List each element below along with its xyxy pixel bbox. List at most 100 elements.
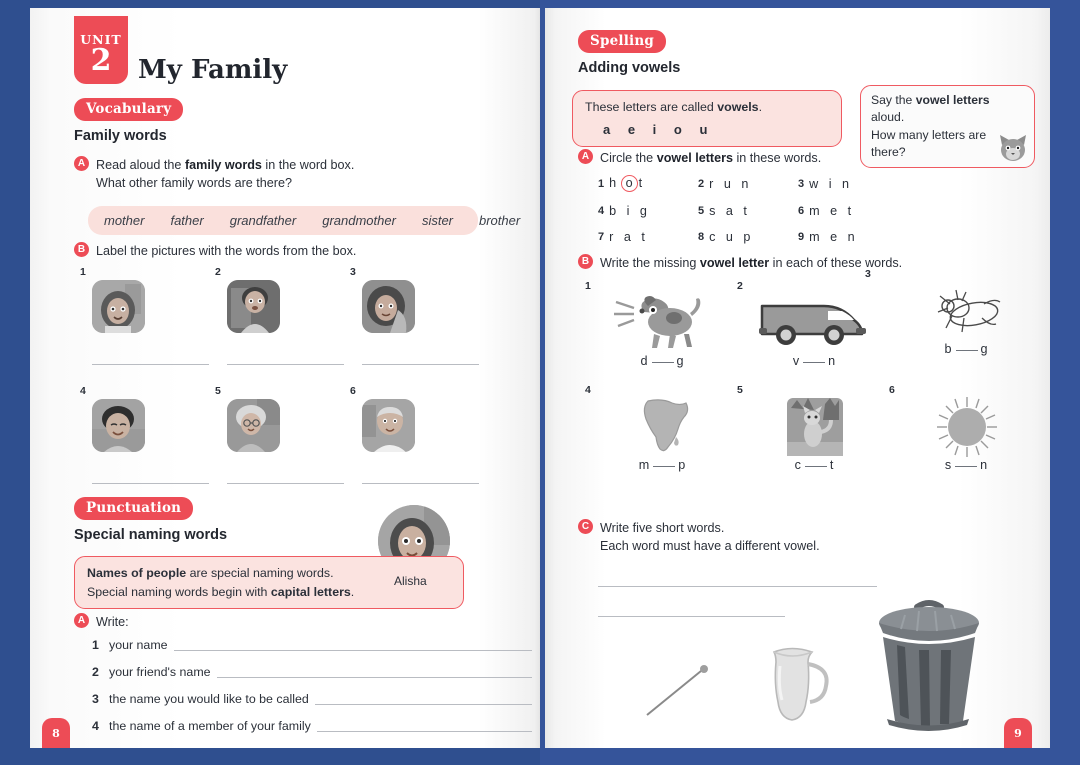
info-bold-capitals: capital letters bbox=[270, 584, 351, 599]
item-number: 2 bbox=[92, 665, 99, 679]
write-line[interactable] bbox=[173, 638, 532, 651]
exercise-a-spelling-text: Circle the vowel letters in these words. bbox=[600, 149, 821, 167]
word-number: 2 bbox=[698, 177, 705, 190]
vowel-blank[interactable] bbox=[804, 466, 827, 467]
word-letters: m e t bbox=[809, 204, 855, 218]
vowel-word[interactable]: 1 hot bbox=[598, 175, 698, 192]
vowel-blank[interactable] bbox=[651, 362, 674, 363]
word-number: 7 bbox=[598, 231, 605, 243]
item-number: 3 bbox=[92, 692, 99, 706]
word-after: g bbox=[676, 354, 685, 368]
picture-number: 6 bbox=[350, 385, 356, 397]
exercise-b-vocabulary: B Label the pictures with the words from… bbox=[74, 242, 504, 260]
section-tag-vocabulary: Vocabulary bbox=[74, 98, 184, 121]
exercise-c-text: Write five short words. Each word must h… bbox=[600, 519, 820, 556]
write-line[interactable] bbox=[316, 719, 532, 732]
vowel-word[interactable]: 8 c u p bbox=[698, 230, 798, 244]
word-with-blank[interactable]: dg bbox=[585, 354, 740, 368]
picture-grid: 1 2 3 4 5 6 bbox=[80, 266, 485, 484]
picture-cell: 6 bbox=[350, 385, 495, 484]
word-with-blank[interactable]: ct bbox=[737, 458, 892, 472]
answer-line[interactable] bbox=[690, 616, 785, 617]
tip-bold: vowel letters bbox=[915, 93, 990, 107]
write-item: 4 the name of a member of your family bbox=[92, 719, 532, 733]
answer-line[interactable] bbox=[598, 616, 693, 617]
word-number: 6 bbox=[798, 205, 805, 217]
section-tag-punctuation: Punctuation bbox=[74, 497, 194, 520]
jug-illustration-icon bbox=[772, 647, 829, 721]
word-box-item: grandmother bbox=[322, 213, 396, 228]
answer-line[interactable] bbox=[227, 364, 344, 365]
word-after: p bbox=[678, 458, 687, 472]
word-letters: m e n bbox=[809, 230, 859, 244]
word-with-blank[interactable]: mp bbox=[585, 458, 740, 472]
vowel-definition-box: These letters are called vowels. a e i o… bbox=[572, 90, 842, 148]
vowel-word[interactable]: 3 w i n bbox=[798, 175, 898, 192]
vowel-blank[interactable] bbox=[955, 350, 978, 351]
grandmother-portrait-icon bbox=[227, 399, 280, 452]
man-portrait-icon bbox=[92, 399, 145, 452]
answer-line[interactable] bbox=[598, 586, 693, 587]
word-number: 8 bbox=[698, 231, 705, 243]
vowel-blank[interactable] bbox=[955, 466, 978, 467]
ec-line2: Each word must have a different vowel. bbox=[600, 539, 820, 554]
word-before: s bbox=[944, 458, 953, 472]
vowel-word[interactable]: 2 r u n bbox=[698, 175, 798, 192]
boy-portrait-icon bbox=[227, 280, 280, 333]
answer-line[interactable] bbox=[362, 364, 479, 365]
vowel-blank[interactable] bbox=[803, 362, 826, 363]
word-with-blank[interactable]: bg bbox=[889, 342, 1044, 356]
word-number: 5 bbox=[698, 205, 705, 217]
instr-line2: What other family words are there? bbox=[96, 176, 292, 191]
word-number: 4 bbox=[598, 205, 605, 217]
word-letters: c u p bbox=[709, 230, 754, 244]
write-item: 2 your friend's name bbox=[92, 665, 532, 679]
exercise-badge-c-spelling: C bbox=[578, 519, 593, 534]
answer-line[interactable] bbox=[782, 586, 877, 587]
answer-line[interactable] bbox=[362, 483, 479, 484]
vowel-word[interactable]: 4 b i g bbox=[598, 204, 698, 218]
vowel-blank[interactable] bbox=[653, 466, 676, 467]
word-letters: b i g bbox=[609, 204, 651, 218]
word-with-blank[interactable]: sn bbox=[889, 458, 1044, 472]
write-line[interactable] bbox=[314, 692, 532, 705]
page-number-left: 8 bbox=[42, 718, 70, 748]
word-before: m bbox=[638, 458, 651, 472]
unit-badge: UNIT 2 bbox=[74, 16, 128, 84]
picture-cell: 4 bbox=[80, 385, 225, 484]
instr-bold: family words bbox=[184, 158, 262, 172]
answer-line[interactable] bbox=[92, 364, 209, 365]
exercise-b-spelling-text: Write the missing vowel letter in each o… bbox=[600, 254, 902, 272]
word-after: g bbox=[980, 342, 989, 356]
answer-line[interactable] bbox=[92, 483, 209, 484]
vowel-word[interactable]: 5 s a t bbox=[698, 204, 798, 218]
subhead-family-words: Family words bbox=[74, 128, 167, 144]
page-number-right: 9 bbox=[1004, 718, 1032, 748]
vowel-word[interactable]: 7 r a t bbox=[598, 230, 698, 244]
write-line[interactable] bbox=[216, 665, 532, 678]
exercise-badge-a-spelling: A bbox=[578, 149, 593, 164]
word-before: d bbox=[640, 354, 649, 368]
word-with-blank[interactable]: vn bbox=[737, 354, 892, 368]
info-bold-names: Names of people bbox=[87, 566, 187, 580]
word-letters: r a t bbox=[609, 230, 649, 244]
write-item: 1 your name bbox=[92, 638, 532, 652]
item-number: 3 bbox=[865, 268, 871, 280]
ea-bold: vowel letters bbox=[656, 151, 733, 165]
answer-line[interactable] bbox=[227, 483, 344, 484]
exercise-a-spelling: A Circle the vowel letters in these word… bbox=[578, 149, 1018, 167]
vowel-word[interactable]: 6 m e t bbox=[798, 204, 898, 218]
item-label: your name bbox=[109, 638, 168, 652]
missing-vowel-item: 1 dg bbox=[585, 280, 740, 368]
vowel-word[interactable]: 9 m e n bbox=[798, 230, 898, 244]
girl-portrait-icon bbox=[92, 280, 145, 333]
word-letters: hot bbox=[609, 175, 646, 192]
workbook-spread: UNIT 2 My Family Vocabulary Family words… bbox=[0, 0, 1080, 765]
exercise-a-vocabulary: A Read aloud the family words in the wor… bbox=[74, 156, 504, 193]
exercise-badge-a-punctuation: A bbox=[74, 613, 89, 628]
exercise-badge-b: B bbox=[74, 242, 89, 257]
answer-line[interactable] bbox=[690, 586, 785, 587]
vowel-def-post: . bbox=[758, 100, 763, 114]
exercise-c-spelling: C Write five short words. Each word must… bbox=[578, 519, 1018, 556]
word-after: n bbox=[828, 354, 837, 368]
